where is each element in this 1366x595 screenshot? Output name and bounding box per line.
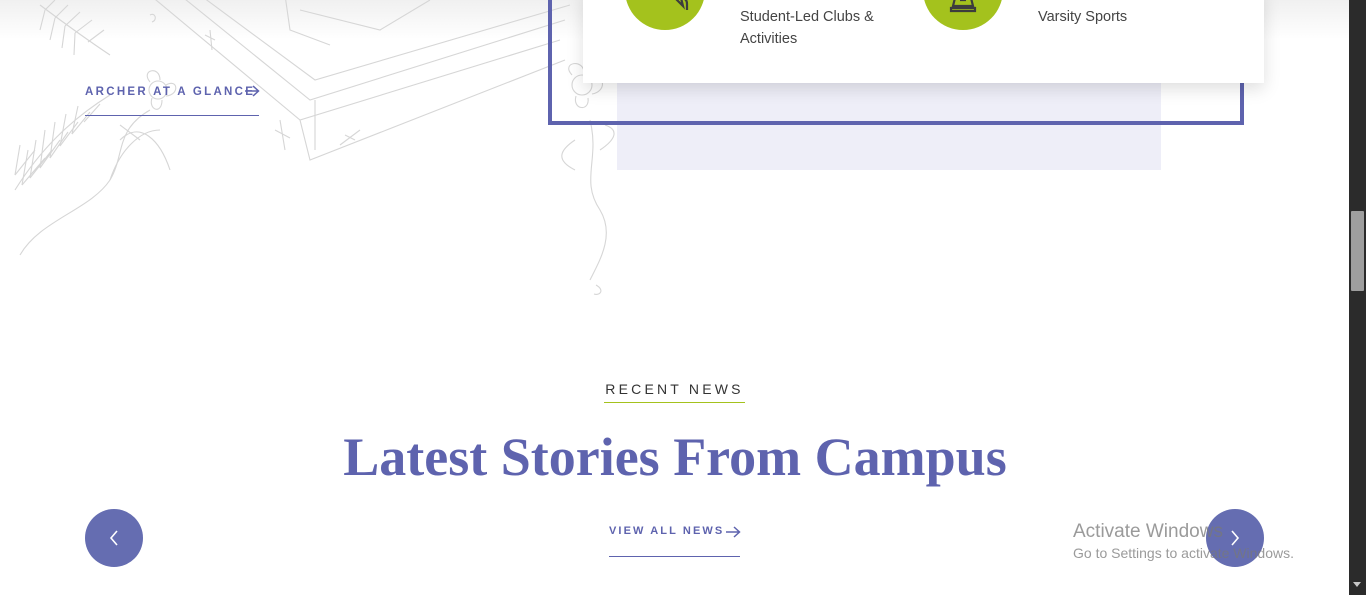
carousel-prev-button[interactable] (85, 509, 143, 567)
archer-at-a-glance-link[interactable]: ARCHER AT A GLANCE (85, 84, 260, 116)
carousel-next-button[interactable] (1206, 509, 1264, 567)
clubs-stat-label-line1: Student-Led Clubs & (740, 9, 874, 25)
scroll-down-arrow-icon[interactable] (1353, 582, 1361, 587)
speech-bubble-icon (675, 0, 689, 10)
archer-at-a-glance-label: ARCHER AT A GLANCE (85, 86, 256, 98)
stats-card: Student-Led Clubs & Activities Varsity S… (583, 0, 1264, 83)
clubs-stat-icon (625, 0, 705, 30)
chevron-right-icon (1231, 530, 1240, 546)
news-headline: Latest Stories From Campus (343, 427, 1007, 487)
view-all-news-label: VIEW ALL NEWS (609, 525, 725, 537)
recent-news-eyebrow: RECENT NEWS (604, 381, 745, 403)
chevron-left-icon (109, 530, 118, 546)
clubs-stat-label: Student-Led Clubs & Activities (740, 6, 874, 50)
sports-stat-label-line1: Varsity Sports (1038, 9, 1128, 25)
scrollbar-thumb[interactable] (1351, 211, 1364, 291)
clubs-stat-label-line2: Activities (740, 31, 798, 47)
trophy-icon (949, 0, 977, 13)
sports-stat-label: Varsity Sports (1038, 6, 1127, 28)
vertical-scrollbar[interactable] (1349, 0, 1366, 595)
page: ARCHER AT A GLANCE Student-Led Clubs & A… (0, 0, 1366, 595)
sports-stat-icon (923, 0, 1003, 30)
arrow-right-icon (726, 526, 741, 538)
view-all-news-link[interactable]: VIEW ALL NEWS (609, 523, 741, 557)
arrow-right-icon (245, 85, 260, 97)
